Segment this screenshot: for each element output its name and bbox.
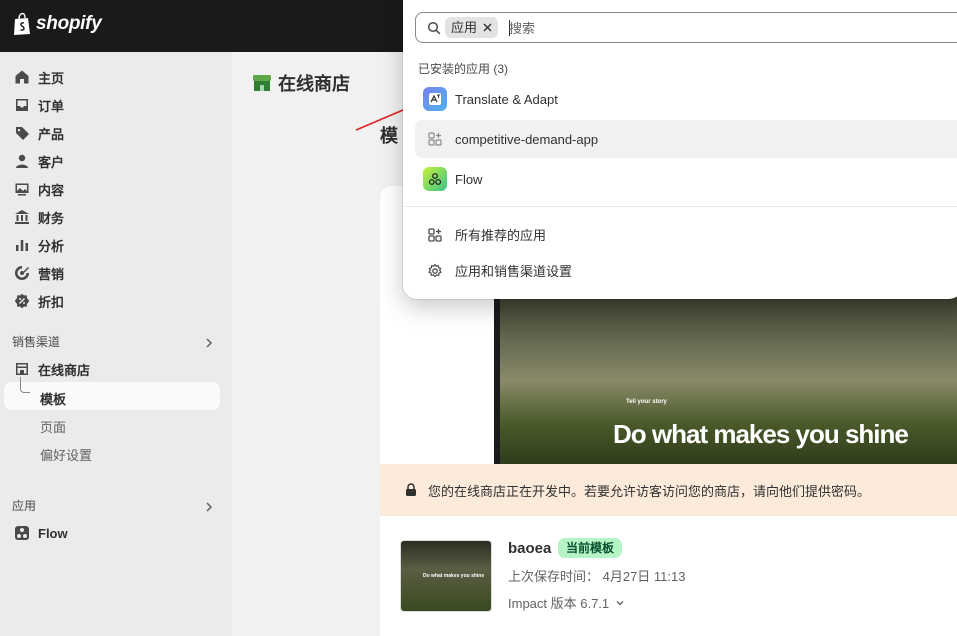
target-icon: [15, 266, 29, 280]
preview-headline: Do what makes you shine: [613, 419, 909, 449]
sidebar-item-label: 内容: [38, 182, 65, 198]
sidebar-item-products[interactable]: 产品: [14, 119, 64, 147]
sub-item-selected-bg: [4, 382, 220, 410]
sidebar-item-label: 产品: [38, 126, 65, 142]
sales-channels-section-label: 销售渠道: [12, 335, 61, 349]
search-filter-chip: 应用: [445, 17, 499, 38]
app-result-label: Flow: [455, 171, 483, 187]
installed-apps-heading: 已安装的应用 (3): [418, 62, 509, 76]
theme-version-dropdown[interactable]: Impact 版本 6.7.1: [508, 593, 625, 612]
password-banner: 您的在线商店正在开发中。若要允许访客访问您的商店，请向他们提供密码。: [380, 464, 957, 516]
shopify-logo[interactable]: shopify: [12, 12, 102, 36]
popup-divider: [403, 206, 957, 207]
sidebar-item-label: 客户: [38, 154, 65, 170]
store-icon: [16, 363, 28, 375]
search-input[interactable]: [509, 18, 809, 38]
app-result-flow[interactable]: Flow: [415, 160, 957, 198]
sidebar-item-label: Flow: [38, 525, 68, 541]
home-icon: [15, 70, 29, 84]
sidebar-item-finance[interactable]: 财务: [14, 203, 64, 231]
sidebar-item-marketing[interactable]: 营销: [14, 259, 64, 287]
sidebar-subitem-themes[interactable]: 模板: [40, 389, 66, 408]
banner-text: 您的在线商店正在开发中。若要允许访客访问您的商店，请向他们提供密码。: [428, 483, 871, 499]
translate-icon: [423, 87, 447, 111]
theme-thumbnail[interactable]: Do what makes you shine: [400, 540, 492, 612]
sidebar-item-flow[interactable]: Flow: [14, 519, 68, 547]
page-title-text: 在线商店: [278, 74, 350, 94]
logo-text: shopify: [36, 13, 102, 34]
sidebar-subitem-preferences[interactable]: 偏好设置: [40, 445, 92, 464]
app-search-popup: 应用 已安装的应用 (3) Translate & Adapt competit…: [403, 0, 957, 299]
sidebar-item-label: 在线商店: [38, 362, 91, 378]
thumbnail-headline: Do what makes you shine: [423, 573, 485, 579]
app-result-competitive-demand-app[interactable]: competitive-demand-app: [415, 120, 957, 158]
search-icon: [427, 21, 441, 35]
person-icon: [16, 154, 28, 168]
link-label: 应用和销售渠道设置: [455, 264, 573, 279]
chevron-down-icon: [616, 600, 624, 605]
sidebar-item-content[interactable]: 内容: [14, 175, 64, 203]
online-store-icon: [253, 75, 271, 91]
sidebar-item-customers[interactable]: 客户: [14, 147, 64, 175]
sidebar-item-analytics[interactable]: 分析: [14, 231, 64, 259]
inbox-icon: [16, 99, 28, 111]
gear-icon: [428, 262, 442, 277]
lock-icon: [406, 483, 416, 496]
app-grid-icon: [423, 127, 447, 151]
apps-channels-settings-link[interactable]: 应用和销售渠道设置: [427, 261, 572, 280]
discount-icon: [14, 293, 30, 309]
sidebar: 主页 订单 产品 客户 内容 财务 分析 营销 折扣 销售渠道 在线商店 模板 …: [0, 52, 232, 636]
app-result-label: competitive-demand-app: [455, 131, 599, 147]
chevron-right-icon[interactable]: [203, 337, 215, 349]
preview-tagline: Tell your story: [626, 399, 667, 405]
image-icon: [15, 183, 29, 196]
bank-icon: [15, 210, 29, 224]
app-result-label: Translate & Adapt: [455, 91, 558, 107]
tag-icon: [16, 127, 29, 140]
theme-version: Impact 版本 6.7.1: [508, 596, 610, 611]
sidebar-item-label: 主页: [38, 70, 65, 86]
close-icon[interactable]: [483, 23, 492, 32]
chevron-right-icon[interactable]: [203, 501, 215, 513]
shopify-bag-icon: [14, 12, 30, 35]
apps-icon: [428, 227, 442, 242]
sidebar-item-label: 营销: [38, 266, 65, 282]
theme-name: baoea: [508, 540, 552, 557]
tree-connector: [20, 377, 30, 393]
sidebar-item-home[interactable]: 主页: [14, 63, 64, 91]
flow-icon: [15, 526, 29, 540]
page-title: 在线商店: [252, 70, 350, 96]
sidebar-item-orders[interactable]: 订单: [14, 91, 64, 119]
app-result-translate-adapt[interactable]: Translate & Adapt: [415, 80, 957, 118]
last-saved-time: 上次保存时间： 4月27日 11:13: [508, 569, 686, 584]
sidebar-item-label: 分析: [38, 238, 65, 254]
apps-section-label: 应用: [12, 499, 37, 513]
sidebar-item-label: 订单: [38, 98, 65, 114]
current-theme-badge: 当前模板: [558, 538, 623, 558]
flow-icon: [423, 167, 447, 191]
sidebar-item-label: 折扣: [38, 294, 65, 310]
recommended-apps-link[interactable]: 所有推荐的应用: [427, 225, 546, 244]
bar-chart-icon: [16, 240, 28, 251]
link-label: 所有推荐的应用: [455, 228, 547, 243]
search-box[interactable]: 应用: [415, 12, 957, 43]
sidebar-item-discounts[interactable]: 折扣: [14, 287, 64, 315]
sidebar-subitem-pages[interactable]: 页面: [40, 417, 66, 436]
sidebar-item-label: 财务: [38, 210, 65, 226]
chip-label: 应用: [451, 20, 478, 35]
